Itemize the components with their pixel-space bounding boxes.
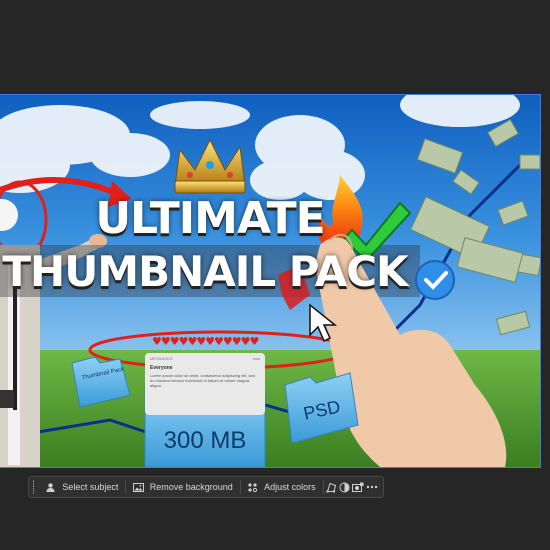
palette-icon [247,482,258,493]
contextual-task-bar: Select subject Remove background Adjust … [28,476,384,498]
mask-icon[interactable] [352,478,364,496]
top-strip [0,0,550,20]
remove-background-button[interactable]: Remove background [128,478,238,496]
select-subject-button[interactable]: Select subject [40,478,123,496]
remove-background-label: Remove background [149,482,233,492]
document-canvas[interactable]: ULTIMATE THUMBNAIL PACK ♥♥♥♥♥♥♥♥♥♥♥♥ MES… [0,94,541,468]
hearts-row: ♥♥♥♥♥♥♥♥♥♥♥♥ [152,335,259,348]
adjust-colors-button[interactable]: Adjust colors [242,478,321,496]
image-icon [132,482,144,493]
person-icon [45,482,56,493]
message-card: MESSAGES now Everyone Lorem ipsum dolor … [145,353,265,415]
drag-handle[interactable] [33,480,35,494]
verified-badge [415,260,455,300]
adjust-colors-label: Adjust colors [264,482,316,492]
thumbnail-title-line-2: THUMBNAIL PACK [2,247,408,296]
transform-icon[interactable] [326,478,337,496]
folder-center-label: 300 MB [163,427,247,454]
more-icon[interactable] [366,478,378,496]
message-card-header: MESSAGES [150,356,173,361]
message-card-body: Lorem ipsum dolor sit amet, consectetur … [150,373,255,388]
message-card-title: Everyone [150,365,173,371]
select-subject-label: Select subject [62,482,119,492]
message-card-time: now [252,356,260,361]
thumbnail-title-line-1: ULTIMATE [95,193,325,244]
contrast-icon[interactable] [339,478,350,496]
